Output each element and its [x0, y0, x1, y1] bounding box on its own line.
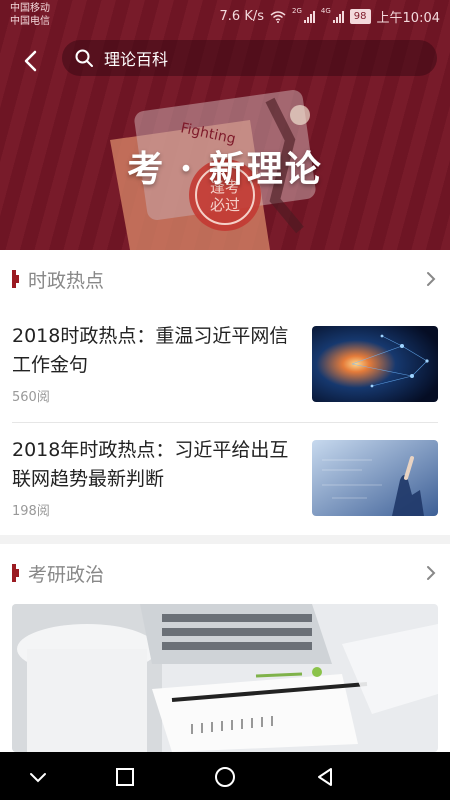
- section-header[interactable]: 考研政治: [0, 544, 450, 602]
- search-input[interactable]: [102, 47, 406, 69]
- section-postgrad-politics: 考研政治: [0, 544, 450, 752]
- network-speed: 7.6 K/s: [219, 9, 265, 24]
- hero-title: 考 · 新理论: [127, 148, 323, 190]
- nav-back-icon[interactable]: [312, 764, 338, 790]
- back-arrow-icon[interactable]: [18, 48, 44, 74]
- section-title: 时政热点: [28, 270, 105, 292]
- nav-home-icon[interactable]: [212, 764, 238, 790]
- section-current-affairs: 时政热点 2018时政热点：重温习近平网信工作金句 560阅 2018年时政热点…: [0, 250, 450, 535]
- system-nav-bar: [0, 752, 450, 800]
- section-marker: [12, 270, 19, 288]
- article-title: 2018年时政热点：习近平给出互联网趋势最新判断: [12, 439, 289, 490]
- article-thumbnail: [312, 326, 438, 402]
- nav-down-icon[interactable]: [25, 764, 51, 790]
- chevron-right-icon[interactable]: [424, 564, 438, 582]
- search-bar[interactable]: [62, 40, 437, 76]
- carrier-2: 中国电信: [10, 16, 50, 27]
- carrier-1: 中国移动: [10, 3, 50, 14]
- article-reads: 560阅: [12, 390, 50, 405]
- article-title: 2018时政热点：重温习近平网信工作金句: [12, 325, 289, 376]
- hero-banner: 逢考 必过 Fighting 中国移动 中国电信 7.6 K/s 2G 4G 9…: [0, 0, 450, 250]
- list-item[interactable]: 2018时政热点：重温习近平网信工作金句 560阅: [12, 322, 438, 408]
- status-bar: 中国移动 中国电信 7.6 K/s 2G 4G 98 上午10:04: [0, 0, 450, 32]
- signal-icon-2: [332, 10, 344, 23]
- stamp-line-2: 必过: [210, 196, 240, 214]
- network-type-1: 2G: [292, 7, 302, 15]
- list-item[interactable]: 2018年时政热点：习近平给出互联网趋势最新判断 198阅: [12, 436, 438, 522]
- featured-image[interactable]: [12, 604, 438, 752]
- article-reads: 198阅: [12, 504, 50, 519]
- battery-indicator: 98: [349, 9, 371, 24]
- wifi-icon: [270, 10, 286, 23]
- section-marker: [12, 564, 19, 582]
- section-header[interactable]: 时政热点: [0, 250, 450, 308]
- chevron-right-icon[interactable]: [424, 270, 438, 288]
- search-icon: [75, 49, 93, 67]
- signal-icon-1: [303, 10, 315, 23]
- article-thumbnail: [312, 440, 438, 516]
- network-type-2: 4G: [320, 7, 331, 15]
- clock: 上午10:04: [376, 11, 440, 26]
- nav-recents-icon[interactable]: [112, 764, 138, 790]
- section-title: 考研政治: [28, 564, 105, 586]
- carrier-info: 中国移动 中国电信: [10, 2, 50, 28]
- divider: [12, 422, 438, 423]
